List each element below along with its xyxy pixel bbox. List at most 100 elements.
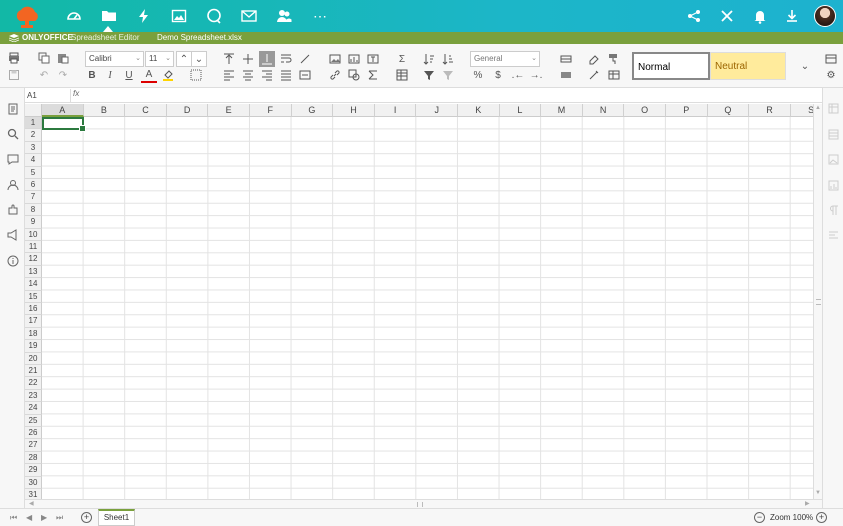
justify-icon[interactable] — [278, 67, 294, 83]
cloud-logo-icon[interactable] — [12, 3, 42, 29]
column-header[interactable]: G — [291, 104, 334, 117]
decrease-decimal-icon[interactable]: .← — [510, 67, 526, 83]
print-icon[interactable] — [6, 50, 22, 66]
column-header[interactable]: D — [166, 104, 209, 117]
zoom-in-icon[interactable]: + — [816, 512, 827, 523]
vertical-scroll-thumb[interactable] — [816, 299, 821, 305]
borders-icon[interactable] — [188, 67, 204, 83]
increase-decimal-icon[interactable]: →. — [528, 67, 544, 83]
row-header[interactable]: 20 — [25, 352, 42, 365]
row-header[interactable]: 16 — [25, 303, 42, 316]
row-header[interactable]: 28 — [25, 451, 42, 465]
row-header[interactable]: 29 — [25, 464, 42, 477]
row-header[interactable]: 5 — [25, 166, 42, 179]
sort-descending-icon[interactable] — [440, 51, 456, 67]
bell-icon[interactable] — [751, 7, 769, 25]
column-header[interactable]: L — [499, 104, 542, 117]
insert-image-icon[interactable] — [327, 51, 343, 67]
redo-icon[interactable]: ↷ — [55, 67, 71, 83]
row-header[interactable]: 19 — [25, 340, 42, 353]
column-header[interactable]: O — [624, 104, 666, 117]
formula-input[interactable] — [85, 89, 815, 102]
number-format-select[interactable]: General ⌄ — [470, 51, 540, 67]
cell-name-box[interactable]: A1 — [25, 89, 71, 102]
orientation-icon[interactable] — [297, 51, 313, 67]
feedback-icon[interactable] — [6, 228, 20, 242]
scroll-left-icon[interactable]: ◀ — [29, 500, 34, 507]
copy-style-icon[interactable] — [606, 51, 622, 67]
activity-icon[interactable] — [135, 7, 153, 25]
row-header[interactable]: 2 — [25, 129, 42, 142]
clear-icon[interactable] — [586, 51, 602, 67]
horizontal-scrollbar[interactable]: ◀ ▶ — [25, 499, 822, 508]
settings-gear-icon[interactable]: ⚙ — [823, 67, 839, 83]
column-header[interactable]: P — [666, 104, 708, 117]
row-header[interactable]: 27 — [25, 439, 42, 452]
row-header[interactable]: 7 — [25, 191, 42, 204]
column-header[interactable]: Q — [707, 104, 750, 117]
hyperlink-icon[interactable] — [327, 67, 343, 83]
column-header[interactable]: N — [582, 104, 625, 117]
merge-cells-icon[interactable] — [297, 67, 313, 83]
italic-button[interactable]: I — [102, 67, 118, 83]
row-header[interactable]: 1 — [25, 117, 42, 130]
row-header[interactable]: 26 — [25, 427, 42, 440]
comments-icon[interactable] — [6, 152, 20, 166]
undo-icon[interactable]: ↶ — [36, 67, 52, 83]
row-header[interactable]: 15 — [25, 290, 42, 303]
cell-settings-icon[interactable] — [828, 103, 839, 114]
row-header[interactable]: 14 — [25, 278, 42, 291]
font-color-button[interactable]: A — [141, 67, 157, 83]
more-icon[interactable]: ⋯ — [311, 7, 329, 25]
conditional-format-icon[interactable] — [586, 67, 602, 83]
delete-cells-icon[interactable] — [558, 67, 574, 83]
download-icon[interactable] — [783, 7, 801, 25]
align-right-icon[interactable] — [259, 67, 275, 83]
view-settings-icon[interactable] — [823, 51, 839, 67]
column-header[interactable]: E — [208, 104, 250, 117]
column-header[interactable]: H — [333, 104, 375, 117]
insert-shape-icon[interactable] — [346, 67, 362, 83]
insert-chart-icon[interactable] — [346, 51, 362, 67]
wrap-text-icon[interactable] — [278, 51, 294, 67]
prev-sheet-icon[interactable]: ◀ — [26, 513, 32, 522]
row-header[interactable]: 23 — [25, 389, 42, 403]
row-header[interactable]: 21 — [25, 365, 42, 378]
currency-icon[interactable]: $ — [490, 67, 506, 83]
selected-cell[interactable] — [42, 117, 86, 132]
dashboard-icon[interactable] — [65, 7, 83, 25]
save-icon[interactable] — [6, 67, 22, 83]
image-settings-icon[interactable] — [828, 154, 839, 165]
row-header[interactable]: 12 — [25, 253, 42, 266]
table-settings-icon[interactable] — [828, 129, 839, 140]
table-template-icon[interactable] — [394, 67, 410, 83]
column-header[interactable]: C — [125, 104, 167, 117]
column-header[interactable]: K — [458, 104, 500, 117]
vertical-scrollbar[interactable]: ▲ ▼ — [813, 104, 822, 499]
bold-button[interactable]: B — [84, 67, 100, 83]
column-header[interactable]: R — [749, 104, 791, 117]
align-bottom-icon[interactable] — [259, 51, 275, 67]
clear-filter-icon[interactable] — [440, 67, 456, 83]
row-header[interactable]: 22 — [25, 377, 42, 390]
add-sheet-icon[interactable]: + — [81, 512, 92, 523]
row-header[interactable]: 11 — [25, 241, 42, 254]
row-header[interactable]: 4 — [25, 154, 42, 167]
mail-icon[interactable] — [240, 7, 258, 25]
row-header[interactable]: 10 — [25, 228, 42, 241]
image-icon[interactable] — [170, 7, 188, 25]
chat-icon[interactable] — [205, 7, 223, 25]
paragraph-settings-icon[interactable] — [828, 205, 839, 216]
spreadsheet-grid[interactable]: ABCDEFGHIJKLMNOPQRS 1 2 3 4 5 6 7 8 9 10 11 12 13 14 1… — [25, 104, 813, 499]
cell-area[interactable] — [42, 117, 813, 499]
increase-font-icon[interactable]: ⌃ — [176, 51, 192, 67]
align-middle-icon[interactable] — [240, 51, 256, 67]
align-top-icon[interactable] — [221, 51, 237, 67]
last-sheet-icon[interactable]: ⏭ — [56, 513, 63, 523]
column-header[interactable]: J — [416, 104, 458, 117]
zoom-out-icon[interactable]: − — [754, 512, 765, 523]
font-name-select[interactable]: Calibri ⌄ — [85, 51, 144, 67]
row-header[interactable]: 30 — [25, 476, 42, 489]
percent-icon[interactable]: % — [470, 67, 486, 83]
sort-ascending-icon[interactable] — [421, 51, 437, 67]
